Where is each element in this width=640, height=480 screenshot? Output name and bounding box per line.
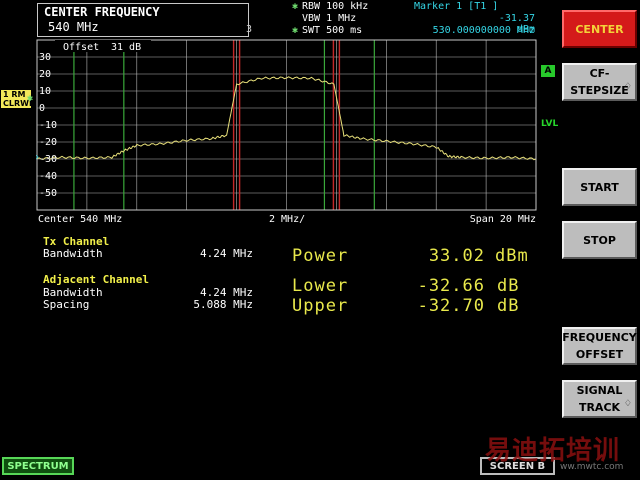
spacing-label: Spacing xyxy=(43,298,90,311)
frequency-offset-softkey-label: FREQUENCY OFFSET xyxy=(562,331,637,361)
start-softkey[interactable]: START xyxy=(562,168,637,206)
span-axis-label: Span 20 MHz xyxy=(470,214,536,225)
stop-softkey[interactable]: STOP xyxy=(562,221,637,259)
y-tick-label: -40 xyxy=(39,171,57,182)
signal-track-softkey[interactable]: SIGNAL TRACK ♢ xyxy=(562,380,637,418)
upper-value: -32.70 xyxy=(417,296,485,316)
y-tick-label: 10 xyxy=(39,86,51,97)
division-axis-label: 2 MHz/ xyxy=(269,214,305,225)
start-softkey-label: START xyxy=(580,180,619,194)
lower-label: Lower xyxy=(292,276,349,296)
upper-unit: dB xyxy=(497,296,520,316)
power-label: Power xyxy=(292,246,349,266)
y-tick-label: 30 xyxy=(39,52,51,63)
power-value: 33.02 xyxy=(428,246,485,266)
lower-unit: dB xyxy=(497,276,520,296)
upper-label: Upper xyxy=(292,296,349,316)
plot-grid xyxy=(37,40,536,210)
cf-stepsize-softkey[interactable]: CF- STEPSIZE ♢ xyxy=(562,63,637,101)
center-axis-label: Center 540 MHz xyxy=(38,214,122,225)
offset-value: 31 dB xyxy=(111,42,141,53)
frequency-offset-softkey[interactable]: FREQUENCY OFFSET xyxy=(562,327,637,365)
watermark-url: ww.mwtc.com xyxy=(560,462,624,472)
y-tick-label: -30 xyxy=(39,154,57,165)
lower-value: -32.66 xyxy=(417,276,485,296)
y-tick-label: -50 xyxy=(39,188,57,199)
submenu-arrow-icon: ♢ xyxy=(623,399,632,409)
y-tick-label: -10 xyxy=(39,120,57,131)
cf-stepsize-softkey-label: CF- STEPSIZE xyxy=(570,67,629,97)
center-softkey[interactable]: CENTER xyxy=(562,10,637,48)
tx-bandwidth-value: 4.24 MHz xyxy=(200,247,253,260)
y-tick-label: -20 xyxy=(39,137,57,148)
power-unit: dBm xyxy=(495,246,529,266)
signal-track-softkey-label: SIGNAL TRACK xyxy=(576,384,623,414)
stop-softkey-label: STOP xyxy=(583,233,616,247)
y-tick-label: 20 xyxy=(39,69,51,80)
offset-label: Offset xyxy=(63,42,99,53)
marker-level-arrow-icon: › xyxy=(34,152,40,163)
spectrum-hotkey[interactable]: SPECTRUM xyxy=(2,457,74,475)
y-tick-label: 0 xyxy=(39,103,45,114)
adjacent-channel-title: Adjacent Channel xyxy=(43,273,149,286)
tx-bandwidth-label: Bandwidth xyxy=(43,247,103,260)
spacing-value: 5.088 MHz xyxy=(193,298,253,311)
submenu-arrow-icon: ♢ xyxy=(623,82,632,92)
center-softkey-label: CENTER xyxy=(575,22,624,36)
